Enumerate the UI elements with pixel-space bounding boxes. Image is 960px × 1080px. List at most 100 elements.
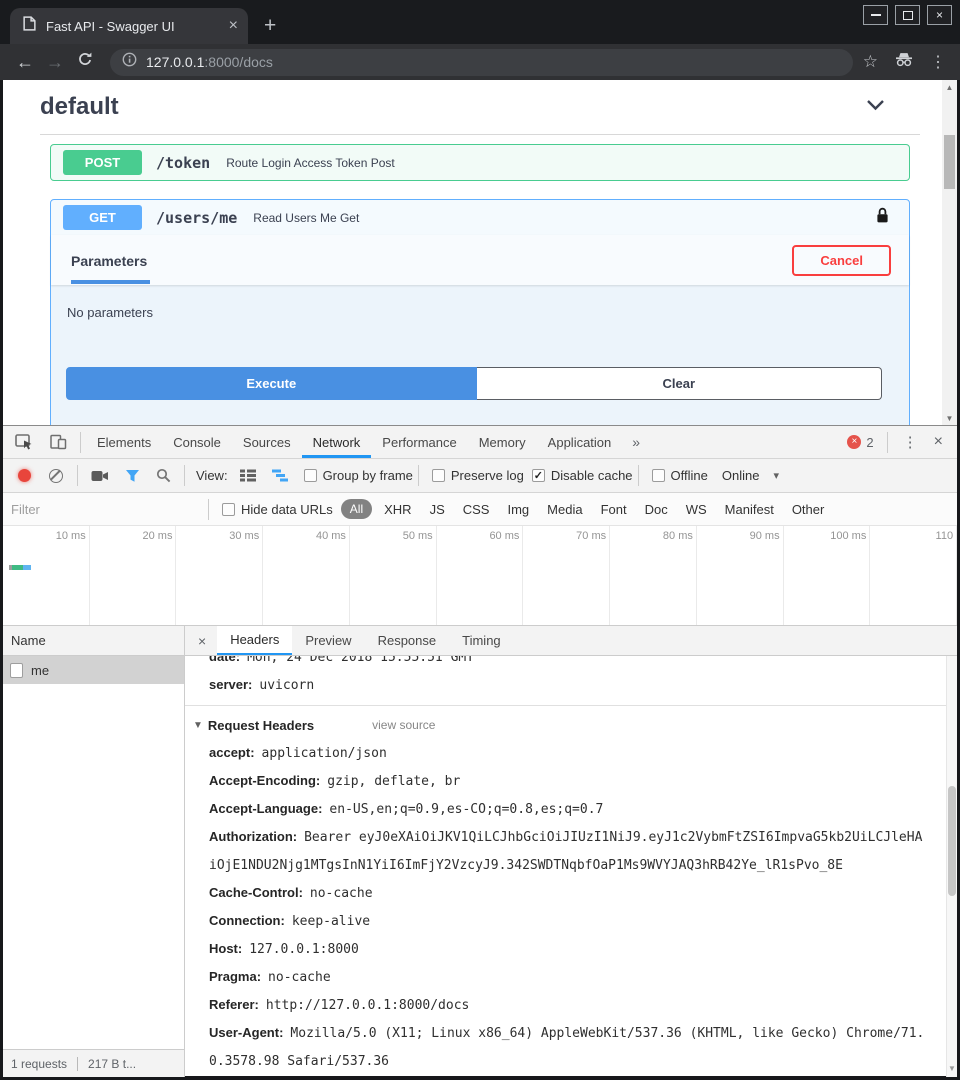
request-row-me[interactable]: me	[3, 656, 184, 684]
more-tabs-icon[interactable]: »	[622, 434, 650, 450]
timeline-tick: 110	[870, 526, 957, 625]
devtools-menu-icon[interactable]: ⋮	[893, 433, 928, 451]
divider	[208, 499, 209, 520]
filter-input[interactable]	[11, 497, 203, 521]
browser-tab[interactable]: Fast API - Swagger UI ×	[10, 8, 248, 44]
bookmark-star-icon[interactable]: ☆	[863, 52, 878, 72]
request-header-row: Accept-Encodinggzip, deflate, br	[193, 767, 927, 795]
view-list-icon[interactable]	[232, 469, 264, 482]
preserve-log-checkbox[interactable]	[432, 469, 445, 482]
request-header-row: acceptapplication/json	[193, 739, 927, 767]
back-button[interactable]: ←	[10, 52, 40, 73]
filter-type-manifest[interactable]: Manifest	[725, 502, 774, 517]
throttling-dropdown-icon[interactable]: ▾	[759, 469, 787, 482]
filter-type-doc[interactable]: Doc	[645, 502, 668, 517]
info-icon[interactable]	[122, 52, 137, 72]
offline-checkbox[interactable]	[652, 469, 665, 482]
offline-label: Offline	[671, 468, 708, 483]
filter-type-xhr[interactable]: XHR	[384, 502, 411, 517]
execute-button[interactable]: Execute	[66, 367, 477, 400]
filter-type-all[interactable]: All	[341, 499, 372, 519]
tab-timing[interactable]: Timing	[449, 626, 514, 655]
record-icon[interactable]	[18, 469, 31, 482]
filter-type-ws[interactable]: WS	[686, 502, 707, 517]
filter-icon[interactable]	[117, 469, 148, 483]
details-scrollbar-thumb[interactable]	[948, 786, 956, 896]
error-badge[interactable]: × 2	[847, 435, 881, 450]
tab-network[interactable]: Network	[302, 426, 372, 458]
tab-console[interactable]: Console	[162, 426, 232, 458]
filter-type-js[interactable]: JS	[430, 502, 445, 517]
devtools-close-icon[interactable]: ×	[928, 433, 953, 451]
details-scrollbar[interactable]: ▼	[946, 656, 957, 1077]
devtools-tabbar-right: × 2 ⋮ ×	[847, 432, 953, 453]
capture-screenshots-icon[interactable]	[83, 470, 117, 482]
minimize-icon	[871, 14, 881, 16]
filter-type-media[interactable]: Media	[547, 502, 582, 517]
network-toolbar: View: Group by frame Preserve log ✓ Disa…	[3, 459, 957, 493]
inspect-element-icon[interactable]	[7, 434, 42, 451]
cancel-button[interactable]: Cancel	[792, 245, 891, 276]
page-scrollbar-thumb[interactable]	[944, 135, 955, 189]
tab-response[interactable]: Response	[365, 626, 450, 655]
url-host: 127.0.0.1	[146, 54, 204, 70]
network-status-bar: 1 requests 217 B t...	[3, 1049, 184, 1077]
filter-type-css[interactable]: CSS	[463, 502, 490, 517]
parameters-body: No parameters Execute Clear	[51, 285, 909, 425]
request-headers-section[interactable]: ▼ Request Headers view source	[193, 712, 927, 739]
opblock-get-header[interactable]: GET /users/me Read Users Me Get	[51, 200, 909, 235]
new-tab-button[interactable]: +	[264, 15, 276, 36]
search-icon[interactable]	[148, 468, 179, 483]
timeline-tick: 80 ms	[610, 526, 697, 625]
filter-type-other[interactable]: Other	[792, 502, 825, 517]
window-close-button[interactable]: ×	[927, 5, 952, 25]
network-filterbar: Hide data URLs All XHR JS CSS Img Media …	[3, 493, 957, 526]
scroll-down-icon[interactable]: ▼	[942, 411, 957, 425]
hide-data-urls-checkbox[interactable]	[222, 503, 235, 516]
device-toolbar-icon[interactable]	[42, 434, 75, 450]
waterfall-icon[interactable]	[264, 469, 296, 482]
hide-data-urls-label: Hide data URLs	[241, 502, 333, 517]
window-maximize-button[interactable]	[895, 5, 920, 25]
network-main: Name me 1 requests 217 B t... × Headers …	[3, 626, 957, 1077]
parameters-header: Parameters Cancel	[51, 235, 909, 285]
page-scrollbar[interactable]: ▲ ▼	[942, 80, 957, 425]
network-overview-timeline[interactable]: 10 ms 20 ms 30 ms 40 ms 50 ms 60 ms 70 m…	[3, 526, 957, 626]
divider	[887, 432, 888, 453]
lock-icon[interactable]	[876, 207, 897, 229]
address-bar[interactable]: 127.0.0.1:8000/docs	[110, 49, 853, 76]
tab-memory[interactable]: Memory	[468, 426, 537, 458]
clear-requests-icon[interactable]	[49, 469, 63, 483]
details-close-icon[interactable]: ×	[187, 626, 217, 655]
request-header-row: Cache-Controlno-cache	[193, 879, 927, 907]
tab-close-icon[interactable]: ×	[229, 18, 238, 34]
view-source-link[interactable]: view source	[372, 712, 435, 739]
scroll-up-icon[interactable]: ▲	[942, 80, 957, 94]
tab-sources[interactable]: Sources	[232, 426, 302, 458]
browser-menu-icon[interactable]: ⋮	[930, 52, 946, 72]
filter-type-font[interactable]: Font	[601, 502, 627, 517]
reload-button[interactable]	[70, 52, 100, 73]
tab-application[interactable]: Application	[537, 426, 623, 458]
throttling-select[interactable]: Online	[722, 468, 760, 483]
chevron-down-icon[interactable]	[866, 98, 885, 116]
window-minimize-button[interactable]	[863, 5, 888, 25]
incognito-icon	[894, 52, 914, 72]
disclosure-triangle-icon[interactable]: ▼	[193, 712, 203, 739]
forward-button[interactable]: →	[40, 52, 70, 73]
group-by-frame-checkbox[interactable]	[304, 469, 317, 482]
url-text: 127.0.0.1:8000/docs	[146, 54, 273, 70]
tab-preview[interactable]: Preview	[292, 626, 364, 655]
tab-parameters[interactable]: Parameters	[71, 236, 147, 284]
request-header-row: Accept-Languageen-US,en;q=0.9,es-CO;q=0.…	[193, 795, 927, 823]
name-column-header[interactable]: Name	[3, 626, 184, 656]
tab-elements[interactable]: Elements	[86, 426, 162, 458]
opblock-post-header[interactable]: POST /token Route Login Access Token Pos…	[51, 145, 909, 180]
tab-headers[interactable]: Headers	[217, 626, 292, 655]
clear-button[interactable]: Clear	[477, 367, 882, 400]
disable-cache-checkbox[interactable]: ✓	[532, 469, 545, 482]
execute-row: Execute Clear	[66, 367, 882, 400]
scroll-down-icon[interactable]: ▼	[947, 1061, 957, 1075]
filter-type-img[interactable]: Img	[507, 502, 529, 517]
tab-performance[interactable]: Performance	[371, 426, 467, 458]
